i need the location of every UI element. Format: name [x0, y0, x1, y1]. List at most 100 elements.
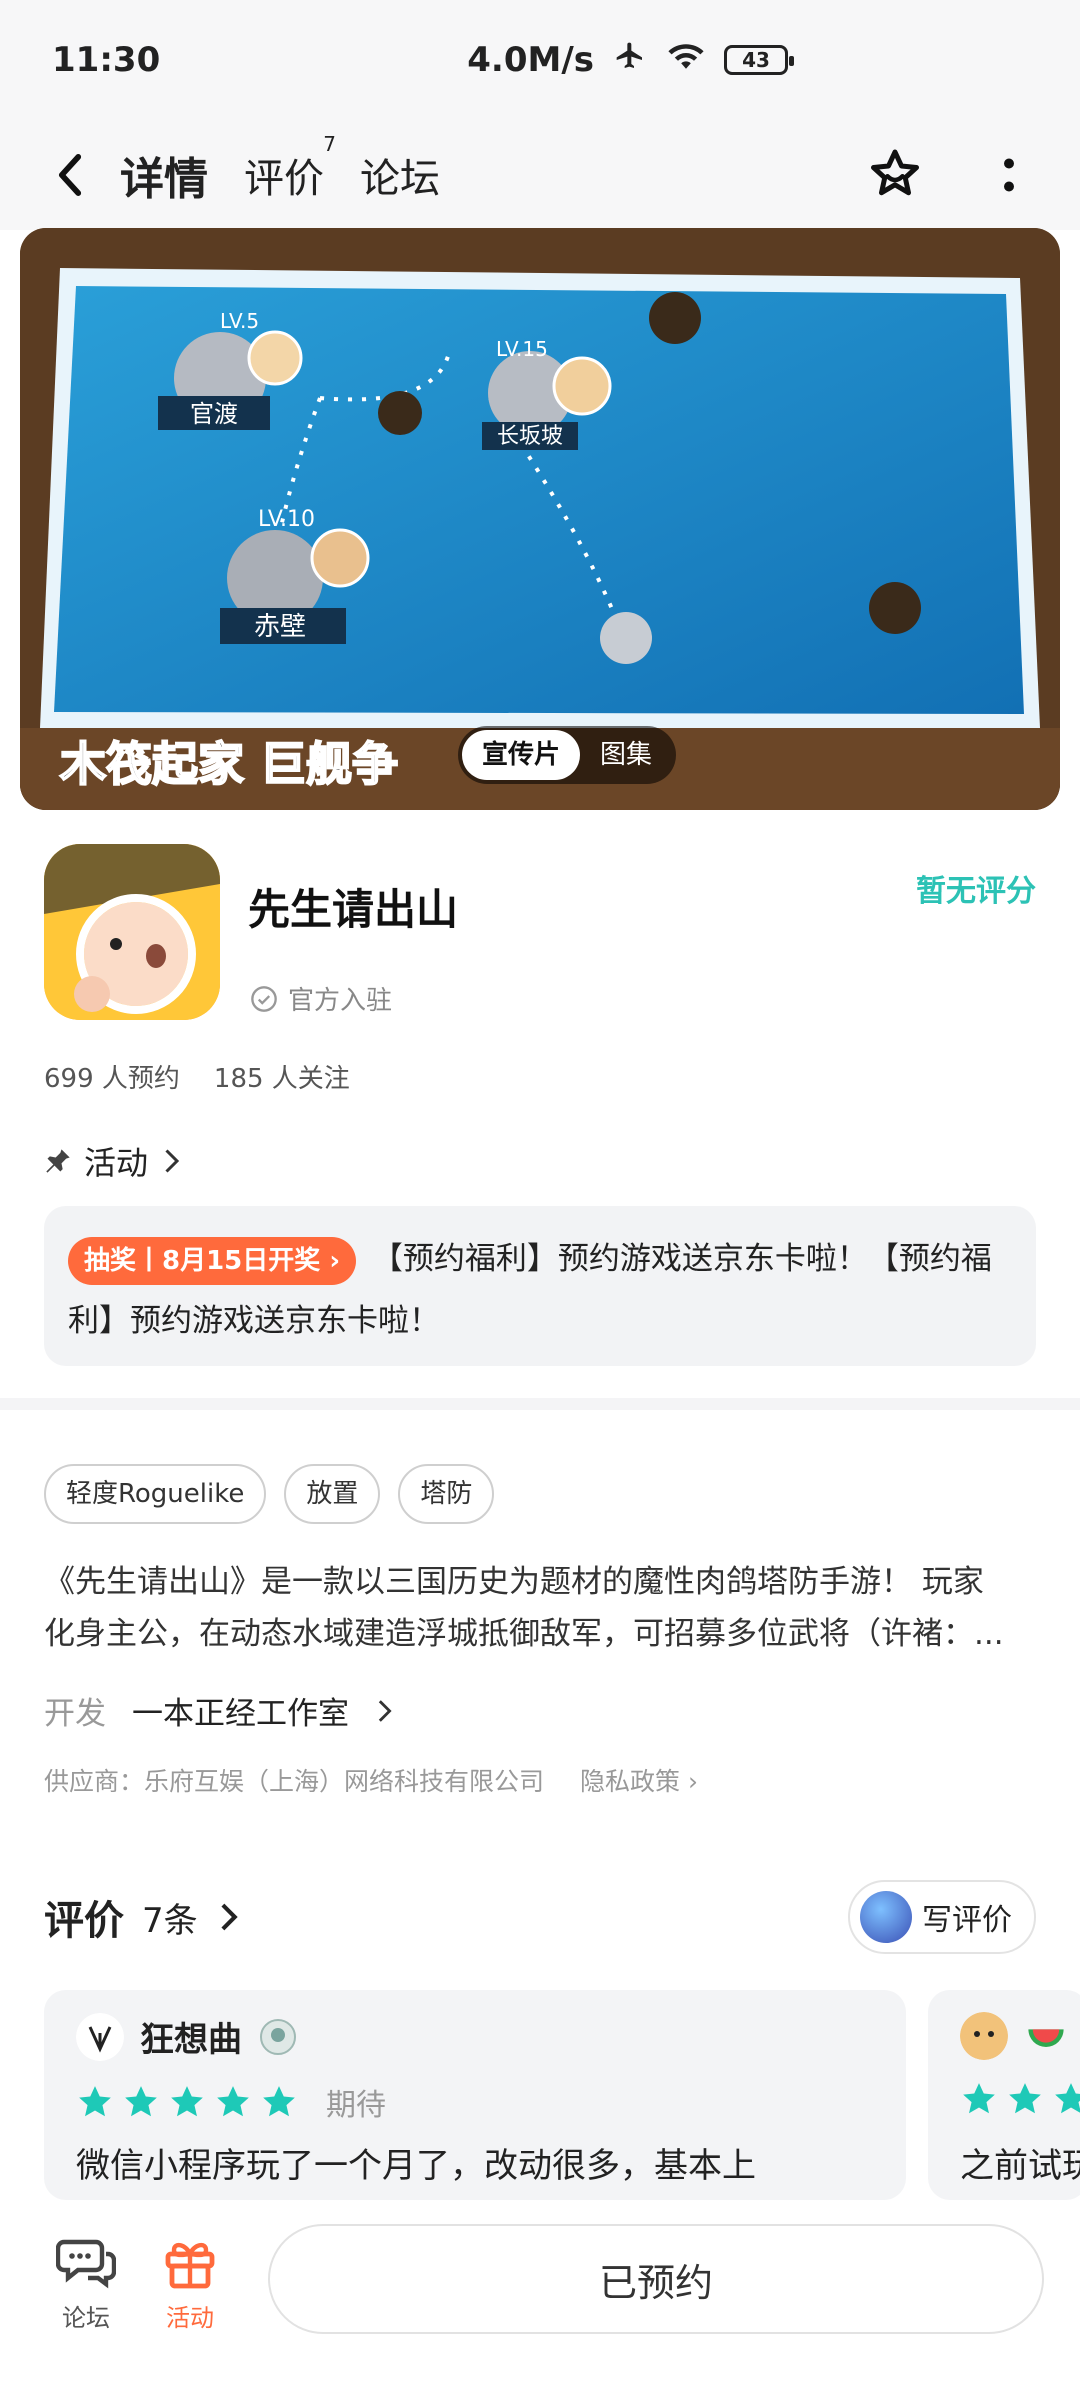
- activity-heading: 活动: [84, 1144, 149, 1182]
- app-header: 先生请出山 官方入驻 暂无评分: [44, 844, 1044, 1024]
- star-outline-icon: [871, 149, 919, 196]
- svg-text:木筏起家 巨舰争: 木筏起家 巨舰争: [60, 737, 398, 791]
- rating-status: 暂无评分: [916, 874, 1036, 909]
- avatar: [960, 2012, 1008, 2060]
- tab-label: 详情: [120, 154, 208, 205]
- user-avatar: [860, 1891, 912, 1943]
- battery-icon: 43: [724, 45, 794, 75]
- review-count-badge: 7: [323, 132, 336, 156]
- watermelon-icon: [1028, 2029, 1064, 2047]
- tab-details[interactable]: 详情: [116, 143, 212, 207]
- activity-button[interactable]: 活动: [140, 2234, 240, 2333]
- app-name: 先生请出山: [248, 885, 459, 934]
- forum-label: 论坛: [62, 2304, 110, 2332]
- reviews-section-header[interactable]: 评价 7条: [44, 1888, 240, 1946]
- forum-button[interactable]: 论坛: [36, 2234, 136, 2333]
- avatar: [76, 2012, 124, 2061]
- developer-row[interactable]: 开发 一本正经工作室: [44, 1688, 393, 1733]
- wifi-icon: [666, 40, 706, 81]
- media-banner[interactable]: 官渡 LV.5 长坂坡 LV.15 赤壁 LV.10 木筏起家 巨舰争 宣传片 …: [20, 228, 1060, 810]
- section-divider: [0, 1398, 1080, 1410]
- chevron-right-icon: [221, 1903, 238, 1931]
- game-description[interactable]: 《先生请出山》是一款以三国历史为题材的魔性肉鸽塔防手游！ 玩家 化身主公，在动态…: [44, 1556, 1040, 1660]
- back-button[interactable]: [40, 145, 100, 205]
- chat-bubbles-icon: [56, 2239, 116, 2289]
- review-user: 狂想曲: [76, 2012, 298, 2061]
- review-user: [960, 2012, 1068, 2060]
- tab-reviews[interactable]: 评价 7: [244, 132, 336, 204]
- review-text: 之前试玩: [960, 2146, 1080, 2186]
- follower-count: 185 人关注: [213, 1064, 350, 1094]
- svg-text:赤壁: 赤壁: [254, 612, 306, 642]
- official-badge: 官方入驻: [250, 980, 392, 1017]
- write-review-button[interactable]: 写评价: [848, 1880, 1036, 1954]
- reservation-count: 699 人预约: [44, 1064, 180, 1094]
- privacy-label: 隐私政策: [580, 1767, 681, 1796]
- favorite-button[interactable]: [864, 144, 926, 206]
- bottom-action-bar: 论坛 活动 已预约: [0, 2200, 1080, 2400]
- star-icon: [217, 2086, 249, 2117]
- star-icon: [263, 2086, 295, 2117]
- airplane-icon: [612, 40, 648, 81]
- reviews-count: 7条: [142, 1900, 198, 1941]
- status-time: 11:30: [52, 40, 161, 80]
- activity-card[interactable]: 抽奖丨8月15日开奖 › 【预约福利】预约游戏送京东卡啦！【预约福利】预约游戏送…: [44, 1206, 1036, 1366]
- reviews-title: 评价: [44, 1898, 124, 1944]
- svg-text:长坂坡: 长坂坡: [497, 424, 563, 449]
- review-card[interactable]: 之前试玩: [928, 1990, 1080, 2200]
- status-bar: 11:30 4.0M/s 43: [0, 0, 1080, 120]
- review-username: 狂想曲: [140, 2020, 242, 2060]
- svg-text:LV.10: LV.10: [258, 507, 315, 532]
- chevron-right-icon: [378, 1699, 392, 1722]
- game-tags: 轻度Roguelike 放置 塔防: [44, 1464, 495, 1524]
- tab-label: 论坛: [360, 156, 440, 202]
- tab-forum[interactable]: 论坛: [360, 146, 440, 204]
- app-icon: [44, 844, 220, 1020]
- developer-name: 一本正经工作室: [132, 1696, 349, 1732]
- privacy-policy-link[interactable]: 隐私政策 ›: [580, 1762, 698, 1798]
- tag-idle[interactable]: 放置: [284, 1464, 381, 1524]
- description-line: 化身主公，在动态水域建造浮城抵御敌军，可招募多位武将（许褚：...: [44, 1616, 1004, 1652]
- top-nav-bar: 详情 评价 7 论坛: [0, 120, 1080, 230]
- review-stars: [960, 2080, 1080, 2118]
- supplier-name: 供应商：乐府互娱（上海）网络科技有限公司: [44, 1767, 545, 1796]
- star-icon: [1055, 2083, 1080, 2114]
- reserved-button[interactable]: 已预约: [268, 2224, 1044, 2334]
- write-review-label: 写评价: [922, 1903, 1012, 1938]
- gift-icon: [165, 2242, 215, 2289]
- activity-label: 活动: [166, 2304, 214, 2332]
- status-indicators: 4.0M/s 43: [467, 40, 794, 81]
- review-tag: 期待: [326, 2088, 386, 2123]
- lottery-badge-label: 抽奖丨8月15日开奖: [84, 1245, 321, 1276]
- star-icon: [171, 2086, 203, 2117]
- pin-icon: [46, 1149, 70, 1173]
- svg-text:官渡: 官渡: [190, 400, 238, 428]
- user-badge-icon: [260, 2018, 296, 2055]
- verified-check-icon: [251, 985, 277, 1012]
- tab-gallery[interactable]: 图集: [580, 730, 672, 780]
- star-icon: [125, 2086, 157, 2117]
- network-speed: 4.0M/s: [467, 40, 594, 80]
- description-line: 《先生请出山》是一款以三国历史为题材的魔性肉鸽塔防手游！ 玩家: [44, 1564, 984, 1600]
- lottery-badge[interactable]: 抽奖丨8月15日开奖 ›: [68, 1236, 357, 1285]
- activity-section-header[interactable]: 活动: [44, 1138, 182, 1184]
- app-stats: 699 人预约 185 人关注: [44, 1058, 350, 1095]
- more-options-button[interactable]: [978, 144, 1040, 206]
- star-icon: [1009, 2083, 1041, 2114]
- tag-roguelike[interactable]: 轻度Roguelike: [44, 1464, 267, 1524]
- game-map-illustration: 官渡 LV.5 长坂坡 LV.15 赤壁 LV.10 木筏起家 巨舰争: [20, 228, 1060, 810]
- chevron-right-icon: [165, 1149, 180, 1173]
- tag-tower-defense[interactable]: 塔防: [398, 1464, 495, 1524]
- star-icon: [79, 2086, 111, 2117]
- review-text: 微信小程序玩了一个月了，改动很多，基本上: [76, 2146, 756, 2186]
- tab-label: 评价: [244, 156, 324, 202]
- tab-trailer[interactable]: 宣传片: [462, 730, 581, 780]
- svg-text:LV.5: LV.5: [220, 309, 259, 333]
- review-card[interactable]: 狂想曲 期待 微信小程序玩了一个月了，改动很多，基本上: [44, 1990, 906, 2200]
- star-icon: [963, 2083, 995, 2114]
- media-tab-switcher: 宣传片 图集: [458, 726, 677, 784]
- more-vertical-icon: [1004, 158, 1014, 192]
- official-label: 官方入驻: [288, 986, 393, 1016]
- svg-text:LV.15: LV.15: [496, 337, 548, 361]
- supplier-row: 供应商：乐府互娱（上海）网络科技有限公司 隐私政策 ›: [44, 1762, 698, 1798]
